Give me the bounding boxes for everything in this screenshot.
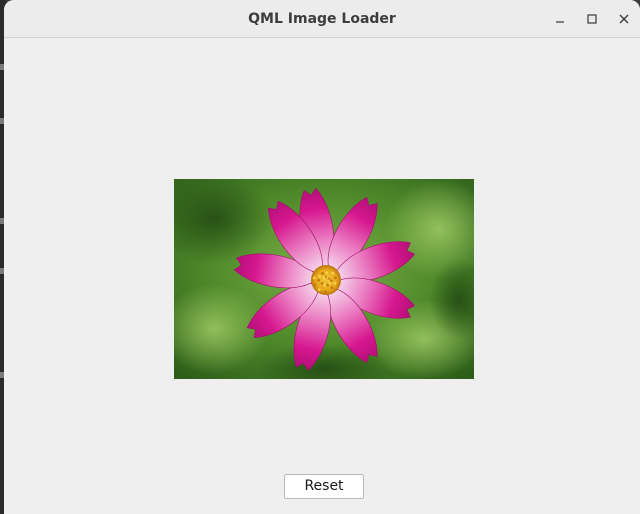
window-title: QML Image Loader: [248, 11, 396, 27]
flower-stamen: [329, 279, 333, 283]
flower-stamen: [312, 276, 316, 280]
flower-stamen: [324, 290, 327, 294]
maximize-button[interactable]: [581, 8, 603, 30]
flower-stamen: [331, 271, 335, 275]
reset-button[interactable]: Reset: [284, 474, 364, 499]
flower-stamen: [322, 276, 326, 280]
app-window: QML Image Loader Reset: [4, 0, 640, 514]
content-area: Reset: [4, 38, 640, 514]
flower-stamen: [323, 283, 327, 287]
flower-stamen: [325, 271, 329, 275]
flower-stamen: [317, 278, 321, 282]
flower-stamen: [326, 283, 329, 287]
close-icon: [619, 14, 629, 24]
maximize-icon: [587, 14, 597, 24]
flower-stamen: [333, 276, 337, 280]
flower-stamen: [321, 272, 324, 275]
title-bar[interactable]: QML Image Loader: [4, 0, 640, 38]
close-button[interactable]: [613, 8, 635, 30]
flower-stamen: [313, 283, 317, 286]
flower-stamen: [317, 288, 321, 292]
flower-photo: [174, 179, 474, 379]
loaded-image: [174, 179, 474, 379]
flower-stamen: [330, 286, 334, 290]
minimize-icon: [556, 21, 564, 23]
flower-stamen: [318, 274, 321, 278]
flower-stamen: [328, 281, 332, 285]
flower-stamen: [333, 281, 337, 285]
minimize-button[interactable]: [549, 8, 571, 30]
flower-stamen: [320, 282, 324, 285]
